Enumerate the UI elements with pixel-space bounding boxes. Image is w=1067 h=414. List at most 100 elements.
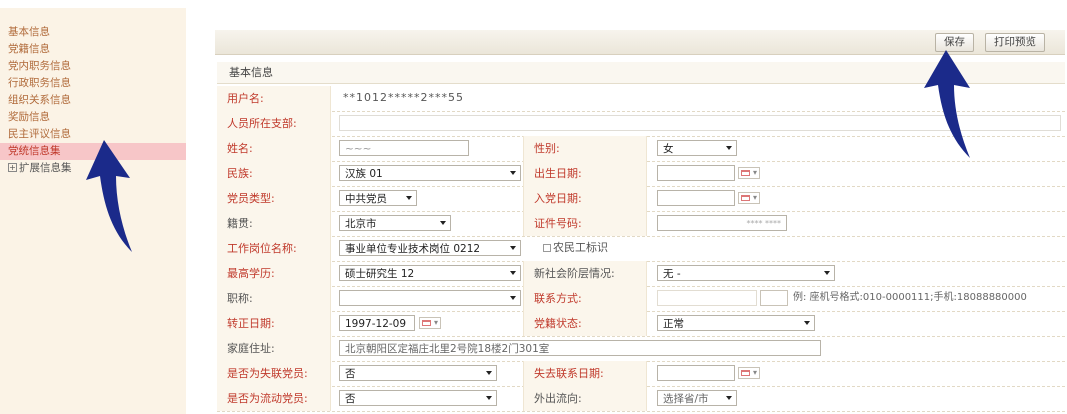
section-title: 基本信息 <box>217 62 1065 84</box>
ethnicity-label: 民族: <box>217 161 331 186</box>
form-row-username: 用户名: **1012*****2***55 <box>217 86 1065 112</box>
regular-date-input[interactable]: 1997-12-09 <box>339 315 415 331</box>
calendar-icon[interactable]: ▾ <box>738 167 760 179</box>
regular-date-label: 转正日期: <box>217 311 331 336</box>
professional-title-label: 职称: <box>217 286 331 311</box>
birth-date-input[interactable] <box>657 165 735 181</box>
outflow-select[interactable]: 选择省/市 <box>657 390 737 406</box>
lost-contact-label: 是否为失联党员: <box>217 361 331 386</box>
birth-date-label: 出生日期: <box>523 161 647 186</box>
sidebar-item-party-stats[interactable]: 党统信息集 <box>0 143 186 160</box>
professional-title-select[interactable] <box>339 290 521 306</box>
id-number-input[interactable]: **** **** <box>657 215 787 231</box>
sidebar-item-org-relation[interactable]: 组织关系信息 <box>8 92 71 109</box>
lost-date-label: 失去联系日期: <box>523 361 647 386</box>
native-place-label: 籍贯: <box>217 211 331 236</box>
job-post-value: 事业单位专业技术岗位 0212 <box>345 243 481 255</box>
member-type-value: 中共党员 <box>345 193 387 205</box>
job-post-select[interactable]: 事业单位专业技术岗位 0212 <box>339 240 521 256</box>
sidebar-item-awards[interactable]: 奖励信息 <box>8 109 50 126</box>
gender-label: 性别: <box>523 136 647 161</box>
contact-extension-input[interactable] <box>760 290 788 306</box>
plus-box-icon[interactable]: + <box>8 163 17 172</box>
contact-hint: 例: 座机号格式:010-0000111;手机:18088880000 <box>793 292 1027 303</box>
farmer-worker-checkbox[interactable] <box>543 244 551 252</box>
membership-status-value: 正常 <box>663 318 684 330</box>
ethnicity-value: 汉族 01 <box>345 168 383 180</box>
join-date-label: 入党日期: <box>523 186 647 211</box>
sidebar-item-admin-posts[interactable]: 行政职务信息 <box>8 75 71 92</box>
sidebar-item-basic-info[interactable]: 基本信息 <box>8 24 50 41</box>
chevron-down-icon <box>440 221 446 225</box>
print-preview-button[interactable]: 打印预览 <box>985 33 1045 52</box>
social-stratum-value: 无 - <box>663 268 681 280</box>
join-date-input[interactable] <box>657 190 735 206</box>
lost-date-input[interactable] <box>657 365 735 381</box>
chevron-down-icon <box>804 321 810 325</box>
chevron-down-icon <box>510 296 516 300</box>
form-row-lost-contact: 是否为失联党员: 否 失去联系日期: ▾ <box>217 361 1065 387</box>
form-row-name: 姓名: ~~~ 性别: 女 <box>217 136 1065 162</box>
membership-status-select[interactable]: 正常 <box>657 315 815 331</box>
calendar-icon[interactable]: ▾ <box>419 317 441 329</box>
mobile-member-label: 是否为流动党员: <box>217 386 331 411</box>
chevron-down-icon <box>510 246 516 250</box>
save-button[interactable]: 保存 <box>935 33 974 52</box>
outflow-label: 外出流向: <box>523 386 647 411</box>
education-value: 硕士研究生 12 <box>345 268 415 280</box>
name-input[interactable]: ~~~ <box>339 140 469 156</box>
username-value: **1012*****2***55 <box>343 91 464 104</box>
chevron-down-icon <box>510 171 516 175</box>
form-row-mobile-member: 是否为流动党员: 否 外出流向: 选择省/市 <box>217 386 1065 412</box>
sidebar-item-party-membership[interactable]: 党籍信息 <box>8 41 50 58</box>
sidebar-item-party-posts[interactable]: 党内职务信息 <box>8 58 71 75</box>
chevron-down-icon <box>726 396 732 400</box>
sidebar-item-label: 扩展信息集 <box>19 162 72 174</box>
chevron-down-icon <box>824 271 830 275</box>
form-row-ethnicity: 民族: 汉族 01 出生日期: ▾ <box>217 161 1065 187</box>
calendar-icon[interactable]: ▾ <box>738 192 760 204</box>
education-label: 最高学历: <box>217 261 331 286</box>
sidebar-item-democratic-review[interactable]: 民主评议信息 <box>8 126 71 143</box>
gender-select[interactable]: 女 <box>657 140 737 156</box>
sidebar-item-extended[interactable]: + 扩展信息集 <box>8 160 72 177</box>
native-place-value: 北京市 <box>345 218 377 230</box>
lost-contact-select[interactable]: 否 <box>339 365 497 381</box>
contact-input[interactable] <box>657 290 757 306</box>
calendar-icon[interactable]: ▾ <box>738 367 760 379</box>
education-select[interactable]: 硕士研究生 12 <box>339 265 521 281</box>
gender-value: 女 <box>663 143 674 155</box>
form-row-regular-date: 转正日期: 1997-12-09 ▾ 党籍状态: 正常 <box>217 311 1065 337</box>
form-row-native-place: 籍贯: 北京市 证件号码: **** **** <box>217 211 1065 237</box>
address-input[interactable]: 北京朝阳区定福庄北里2号院18楼2门301室 <box>339 340 821 356</box>
chevron-down-icon <box>486 396 492 400</box>
social-stratum-label: 新社会阶层情况: <box>523 261 647 286</box>
mobile-member-value: 否 <box>345 393 356 405</box>
member-type-select[interactable]: 中共党员 <box>339 190 417 206</box>
name-label: 姓名: <box>217 136 331 161</box>
native-place-select[interactable]: 北京市 <box>339 215 451 231</box>
contact-label: 联系方式: <box>523 286 647 311</box>
form-row-job-post: 工作岗位名称: 事业单位专业技术岗位 0212 农民工标识 <box>217 236 1065 262</box>
mobile-member-select[interactable]: 否 <box>339 390 497 406</box>
basic-info-form: 基本信息 用户名: **1012*****2***55 人员所在支部: 姓名: … <box>217 62 1065 414</box>
form-row-branch: 人员所在支部: <box>217 111 1065 137</box>
membership-status-label: 党籍状态: <box>523 311 647 336</box>
toolbar: 保存 打印预览 <box>215 30 1065 55</box>
chevron-down-icon <box>486 371 492 375</box>
form-row-member-type: 党员类型: 中共党员 入党日期: ▾ <box>217 186 1065 212</box>
sidebar: 基本信息 党籍信息 党内职务信息 行政职务信息 组织关系信息 奖励信息 民主评议… <box>0 8 186 414</box>
member-type-label: 党员类型: <box>217 186 331 211</box>
branch-field[interactable] <box>339 115 1061 131</box>
chevron-down-icon <box>510 271 516 275</box>
id-number-label: 证件号码: <box>523 211 647 236</box>
address-label: 家庭住址: <box>217 336 331 361</box>
farmer-worker-label: 农民工标识 <box>553 241 608 254</box>
branch-label: 人员所在支部: <box>217 111 331 136</box>
ethnicity-select[interactable]: 汉族 01 <box>339 165 521 181</box>
form-row-education: 最高学历: 硕士研究生 12 新社会阶层情况: 无 - <box>217 261 1065 287</box>
form-row-professional-title: 职称: 联系方式: 例: 座机号格式:010-0000111;手机:180888… <box>217 286 1065 312</box>
outflow-value: 选择省/市 <box>663 393 709 405</box>
chevron-down-icon <box>406 196 412 200</box>
social-stratum-select[interactable]: 无 - <box>657 265 835 281</box>
